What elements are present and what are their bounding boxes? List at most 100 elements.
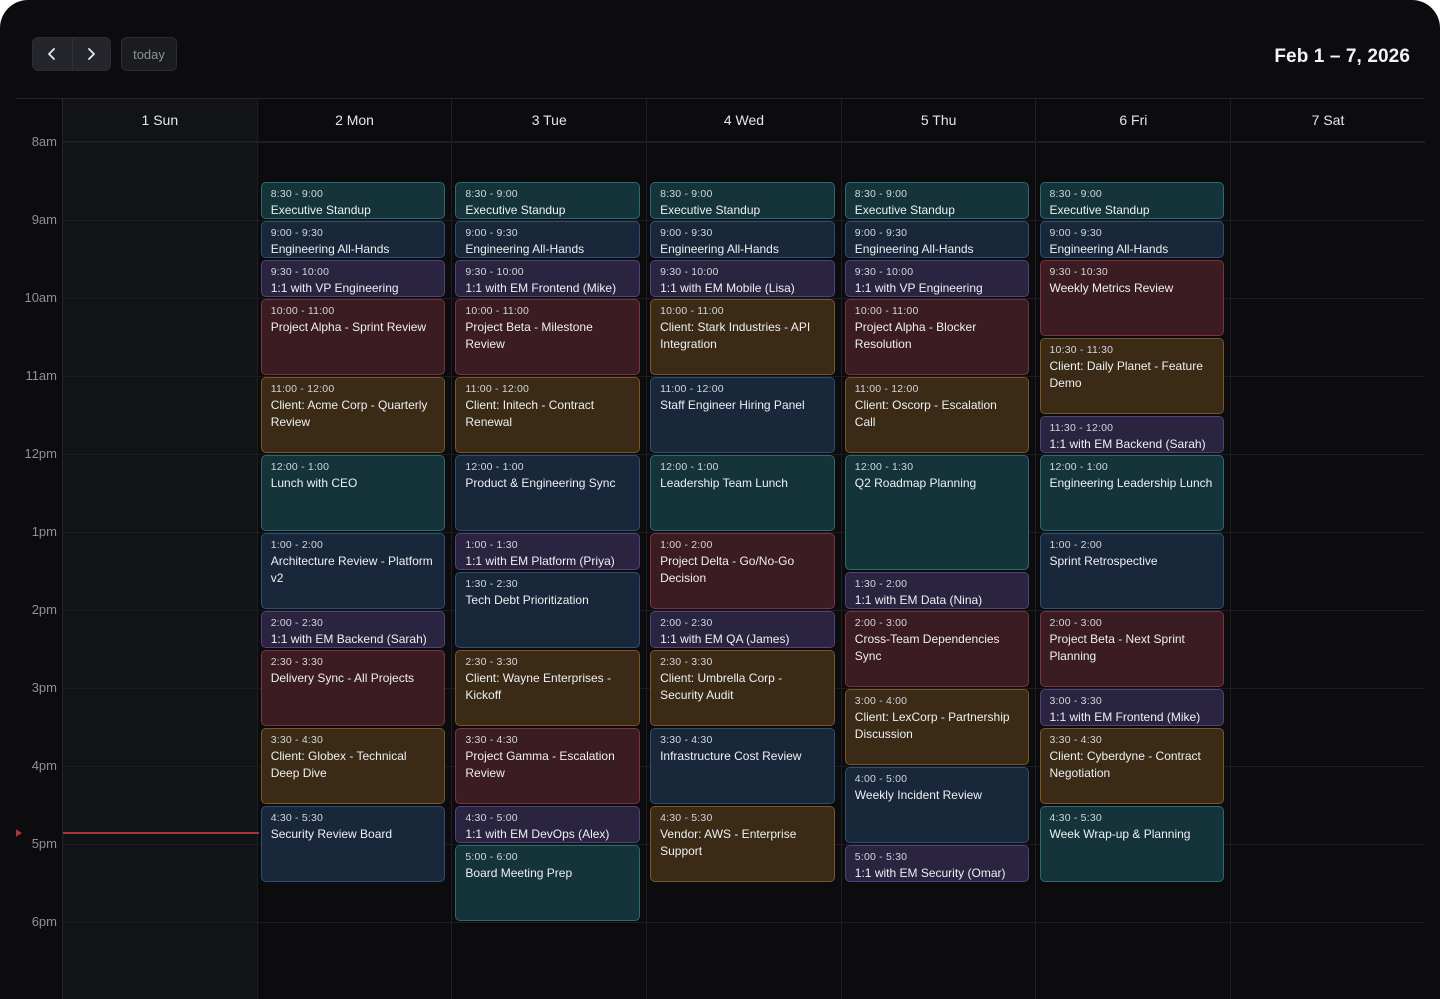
event-title: Engineering All-Hands <box>465 242 585 256</box>
calendar-event[interactable]: 10:00 - 11:00 Project Beta - Milestone Re… <box>455 299 641 375</box>
calendar-event[interactable]: 1:00 - 2:00 Architecture Review - Platfor… <box>260 533 446 609</box>
calendar-event[interactable]: 1:00 - 1:30 1:1 with EM Platform (Priya) <box>455 533 641 570</box>
event-time: 1:30 - 2:00 <box>854 578 908 590</box>
calendar-event[interactable]: 11:00 - 12:00 Client: Initech - Contract … <box>455 377 641 453</box>
event-title: Executive Standup <box>270 203 371 217</box>
event-time: 12:00 - 1:00 <box>465 461 524 473</box>
event-time: 3:30 - 4:30 <box>270 734 324 746</box>
calendar-event[interactable]: 4:30 - 5:30 Vendor: AWS - Enterprise Supp… <box>650 806 835 882</box>
calendar-event[interactable]: 9:30 - 10:00 1:1 with EM Frontend (Mike) <box>455 260 641 297</box>
event-title: Sprint Retrospective <box>1049 554 1158 568</box>
calendar-event[interactable]: 9:00 - 9:30 Engineering All-Hands <box>1039 221 1225 258</box>
calendar-event[interactable]: 3:30 - 4:30 Infrastructure Cost Review <box>650 728 835 804</box>
calendar-event[interactable]: 2:00 - 2:30 1:1 with EM Backend (Sarah) <box>260 611 446 648</box>
calendar-event[interactable]: 1:30 - 2:30 Tech Debt Prioritization <box>455 572 641 648</box>
calendar-event[interactable]: 3:30 - 4:30 Project Gamma - Escalation Re… <box>455 728 641 804</box>
calendar-event[interactable]: 4:30 - 5:00 1:1 with EM DevOps (Alex) <box>455 806 641 843</box>
calendar-event[interactable]: 8:30 - 9:00 Executive Standup <box>260 182 446 219</box>
calendar-event[interactable]: 11:00 - 12:00 Client: Acme Corp - Quarter… <box>260 377 446 453</box>
today-button[interactable]: today <box>121 37 177 71</box>
event-title: 1:1 with EM Frontend (Mike) <box>465 281 617 295</box>
event-time: 4:30 - 5:30 <box>660 812 713 824</box>
calendar-event[interactable]: 10:00 - 11:00 Client: Stark Industries - … <box>650 299 835 375</box>
calendar-event[interactable]: 2:00 - 3:00 Project Beta - Next Sprint Pl… <box>1039 611 1225 687</box>
calendar-event[interactable]: 4:30 - 5:30 Week Wrap-up & Planning <box>1039 806 1225 882</box>
event-time: 2:00 - 3:00 <box>1049 617 1102 629</box>
event-title: Client: Stark Industries - API Integrati… <box>660 320 811 351</box>
calendar-event[interactable]: 9:30 - 10:00 1:1 with VP Engineering <box>260 260 446 297</box>
calendar-event[interactable]: 9:30 - 10:00 1:1 with EM Mobile (Lisa) <box>650 260 835 297</box>
calendar-event[interactable]: 4:00 - 5:00 Weekly Incident Review <box>844 767 1030 843</box>
calendar-event[interactable]: 10:00 - 11:00 Project Alpha - Sprint Revi… <box>260 299 446 375</box>
calendar-event[interactable]: 2:00 - 2:30 1:1 with EM QA (James) <box>650 611 835 648</box>
calendar-event[interactable]: 9:00 - 9:30 Engineering All-Hands <box>844 221 1030 258</box>
calendar-event[interactable]: 8:30 - 9:00 Executive Standup <box>1039 182 1225 219</box>
calendar-event[interactable]: 4:30 - 5:30 Security Review Board <box>260 806 446 882</box>
calendar-event[interactable]: 9:00 - 9:30 Engineering All-Hands <box>650 221 835 258</box>
event-time: 11:00 - 12:00 <box>854 383 919 395</box>
event-time: 8:30 - 9:00 <box>270 188 324 200</box>
day-header: 5 Thu <box>841 99 1036 142</box>
day-header: 4 Wed <box>647 99 841 142</box>
calendar-event[interactable]: 3:30 - 4:30 Client: Globex - Technical De… <box>260 728 446 804</box>
hour-label: 6pm <box>31 914 57 929</box>
event-title: Client: Wayne Enterprises - Kickoff <box>465 671 611 702</box>
event-title: Board Meeting Prep <box>465 866 573 880</box>
calendar-event[interactable]: 1:00 - 2:00 Sprint Retrospective <box>1039 533 1225 609</box>
event-title: Staff Engineer Hiring Panel <box>660 398 805 412</box>
calendar-event[interactable]: 9:30 - 10:00 1:1 with VP Engineering <box>844 260 1030 297</box>
event-title: 1:1 with EM Mobile (Lisa) <box>660 281 795 295</box>
hour-label: 2pm <box>31 602 57 617</box>
calendar-event[interactable]: 8:30 - 9:00 Executive Standup <box>844 182 1030 219</box>
event-time: 5:00 - 5:30 <box>854 851 908 863</box>
event-time: 10:00 - 11:00 <box>270 305 335 317</box>
calendar-event[interactable]: 2:30 - 3:30 Client: Wayne Enterprises - K… <box>455 650 641 726</box>
event-time: 12:00 - 1:00 <box>1049 461 1108 473</box>
event-title: 1:1 with EM DevOps (Alex) <box>465 827 610 841</box>
calendar-event[interactable]: 12:00 - 1:00 Product & Engineering Sync <box>455 455 641 531</box>
event-title: Engineering All-Hands <box>1049 242 1169 256</box>
calendar-event[interactable]: 12:00 - 1:00 Engineering Leadership Lunch <box>1039 455 1225 531</box>
event-title: 1:1 with EM Security (Omar) <box>854 866 1006 880</box>
next-week-button[interactable] <box>71 38 110 70</box>
event-time: 10:00 - 11:00 <box>465 305 530 317</box>
date-range-title: Feb 1 – 7, 2026 <box>1274 46 1410 67</box>
calendar-event[interactable]: 5:00 - 5:30 1:1 with EM Security (Omar) <box>844 845 1030 882</box>
day-column[interactable]: 1 Sun <box>63 99 258 999</box>
calendar-event[interactable]: 2:30 - 3:30 Delivery Sync - All Projects <box>260 650 446 726</box>
calendar-event[interactable]: 11:30 - 12:00 1:1 with EM Backend (Sarah) <box>1039 416 1225 453</box>
event-title: Project Alpha - Sprint Review <box>270 320 427 334</box>
calendar-event[interactable]: 3:30 - 4:30 Client: Cyberdyne - Contract … <box>1039 728 1225 804</box>
calendar-event[interactable]: 2:30 - 3:30 Client: Umbrella Corp - Secur… <box>650 650 835 726</box>
calendar-event[interactable]: 3:00 - 4:00 Client: LexCorp - Partnership… <box>844 689 1030 765</box>
calendar-event[interactable]: 12:00 - 1:00 Leadership Team Lunch <box>650 455 835 531</box>
calendar-event[interactable]: 11:00 - 12:00 Client: Oscorp - Escalation… <box>844 377 1030 453</box>
time-gutter: 8am 9am 10am 11am 12pm 1pm 2pm 3pm 4pm 5pm 6pm <box>16 99 63 999</box>
calendar-event[interactable]: 9:00 - 9:30 Engineering All-Hands <box>260 221 446 258</box>
calendar-event[interactable]: 10:00 - 11:00 Project Alpha - Blocker Res… <box>844 299 1030 375</box>
chevron-left-icon <box>48 48 56 60</box>
calendar-event[interactable]: 9:30 - 10:30 Weekly Metrics Review <box>1039 260 1225 336</box>
event-time: 1:00 - 2:00 <box>270 539 324 551</box>
current-time-line <box>63 832 259 835</box>
event-title: 1:1 with EM Data (Nina) <box>854 593 983 607</box>
event-title: Leadership Team Lunch <box>660 476 788 490</box>
calendar-event[interactable]: 10:30 - 11:30 Client: Daily Planet - Feat… <box>1039 338 1225 414</box>
day-column[interactable]: 7 Sat <box>1231 99 1425 999</box>
calendar-event[interactable]: 3:00 - 3:30 1:1 with EM Frontend (Mike) <box>1039 689 1225 726</box>
calendar-event[interactable]: 12:00 - 1:30 Q2 Roadmap Planning <box>844 455 1030 570</box>
event-time: 12:00 - 1:30 <box>854 461 914 473</box>
calendar-event[interactable]: 2:00 - 3:00 Cross-Team Dependencies Sync <box>844 611 1030 687</box>
prev-week-button[interactable] <box>33 38 72 70</box>
event-time: 10:30 - 11:30 <box>1049 344 1114 356</box>
calendar-event[interactable]: 9:00 - 9:30 Engineering All-Hands <box>455 221 641 258</box>
hour-label: 1pm <box>31 524 57 539</box>
event-title: 1:1 with EM Frontend (Mike) <box>1049 710 1201 724</box>
calendar-event[interactable]: 1:00 - 2:00 Project Delta - Go/No-Go Deci… <box>650 533 835 609</box>
calendar-event[interactable]: 5:00 - 6:00 Board Meeting Prep <box>455 845 641 921</box>
calendar-event[interactable]: 8:30 - 9:00 Executive Standup <box>650 182 835 219</box>
calendar-event[interactable]: 1:30 - 2:00 1:1 with EM Data (Nina) <box>844 572 1030 609</box>
calendar-event[interactable]: 12:00 - 1:00 Lunch with CEO <box>260 455 446 531</box>
calendar-event[interactable]: 8:30 - 9:00 Executive Standup <box>455 182 641 219</box>
calendar-event[interactable]: 11:00 - 12:00 Staff Engineer Hiring Panel <box>650 377 835 453</box>
